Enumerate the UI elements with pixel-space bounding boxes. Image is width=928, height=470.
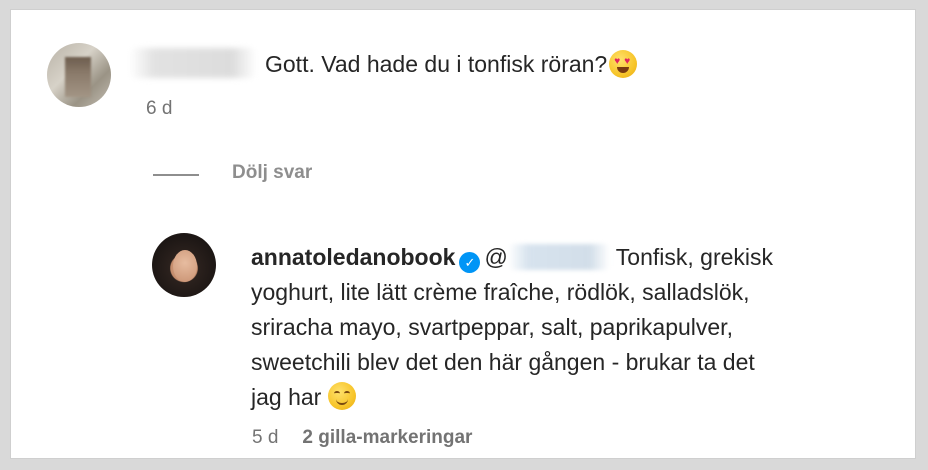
- comment-text: Gott. Vad hade du i tonfisk röran?: [265, 50, 608, 77]
- comment-timestamp[interactable]: 6 d: [146, 98, 172, 120]
- reply-username-link[interactable]: annatoledanobook: [251, 244, 455, 270]
- hide-replies-button[interactable]: Dölj svar: [232, 162, 312, 184]
- redacted-mention: [507, 244, 610, 270]
- avatar-pixelated-face: [65, 57, 91, 97]
- reply-line-3: sriracha mayo, svartpeppar, salt, paprik…: [251, 314, 733, 340]
- comment-thread-card: Gott. Vad hade du i tonfisk röran? ♥ ♥ 6 …: [10, 9, 916, 459]
- commenter-avatar[interactable]: [47, 43, 111, 107]
- reply-line-5: jag har: [251, 384, 328, 410]
- redacted-commenter-username: [129, 48, 257, 78]
- reply-likes-count[interactable]: 2 gilla-markeringar: [302, 427, 472, 449]
- reply-line-1: Tonfisk, grekisk: [609, 244, 774, 270]
- smiling-emoji-icon: [327, 382, 356, 410]
- avatar-face: [173, 250, 197, 282]
- verified-badge-icon: ✓: [459, 252, 481, 273]
- heart-eyes-emoji-icon: ♥ ♥: [609, 50, 638, 78]
- reply-footer: 5 d 2 gilla-markeringar: [252, 427, 472, 449]
- reply-line-4: sweetchili blev det den här gången - bru…: [251, 349, 755, 375]
- reply-line-2: yoghurt, lite lätt crème fraîche, rödlök…: [251, 279, 750, 305]
- replies-divider-line: [153, 174, 199, 176]
- mention-link[interactable]: @: [484, 244, 610, 270]
- mention-at-sign: @: [484, 244, 508, 270]
- reply-body: annatoledanobook ✓ @ Tonfisk, grekisk yogh…: [251, 240, 901, 415]
- comment-body: Gott. Vad hade du i tonfisk röran? ♥ ♥: [265, 50, 638, 78]
- reply-author-avatar[interactable]: [152, 233, 216, 297]
- reply-timestamp[interactable]: 5 d: [252, 427, 278, 449]
